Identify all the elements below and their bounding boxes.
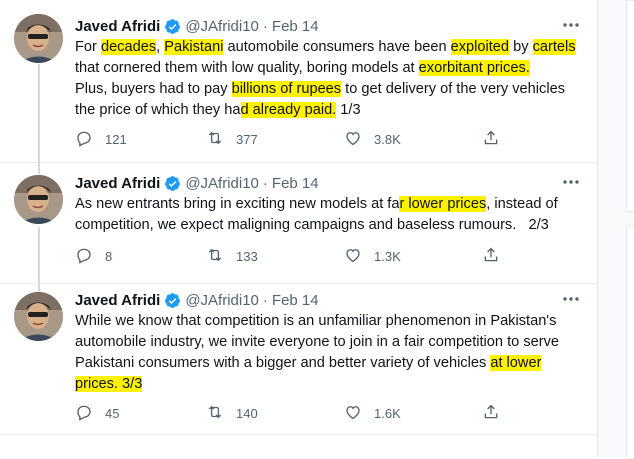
tweet-1[interactable]: Javed Afridi @JAfridi10 · Feb 14 For dec… xyxy=(0,0,597,174)
reply-icon xyxy=(75,246,93,267)
reply-count: 121 xyxy=(105,131,127,147)
more-options-icon[interactable] xyxy=(560,291,582,307)
retweet-button[interactable]: 133 xyxy=(206,246,258,266)
tweet-text-segment: While we know that competition is an unf… xyxy=(75,313,560,371)
share-button[interactable] xyxy=(482,403,500,423)
like-icon xyxy=(344,403,362,424)
highlighted-text: exorbitant prices. xyxy=(418,60,530,76)
tweet-actions: 45 140 1.6K xyxy=(75,403,505,423)
retweet-count: 133 xyxy=(236,248,258,264)
separator-dot: · xyxy=(262,17,268,35)
like-count: 1.3K xyxy=(374,248,401,264)
tweet-text-segment: As new entrants bring in exciting new mo… xyxy=(75,196,400,212)
verified-badge-icon xyxy=(164,175,181,192)
tweet-2[interactable]: Javed Afridi @JAfridi10 · Feb 14 As new … xyxy=(0,163,597,298)
tweet-date[interactable]: Feb 14 xyxy=(272,292,319,309)
like-button[interactable]: 1.3K xyxy=(344,246,401,266)
tweet-header: Javed Afridi @JAfridi10 · Feb 14 xyxy=(75,173,319,193)
highlighted-text: r lower prices xyxy=(399,196,487,212)
highlighted-text: cartels xyxy=(532,39,576,55)
retweet-count: 140 xyxy=(236,405,258,421)
highlighted-text: exploited xyxy=(450,39,510,55)
verified-badge-icon xyxy=(164,292,181,309)
separator-dot: · xyxy=(262,291,268,309)
tweet-actions: 8 133 1.3K xyxy=(75,246,505,266)
like-icon xyxy=(344,129,362,150)
reply-icon xyxy=(75,403,93,424)
retweet-icon xyxy=(206,403,224,424)
highlighted-text: decades xyxy=(100,39,157,55)
tweet-header: Javed Afridi @JAfridi10 · Feb 14 xyxy=(75,290,319,310)
avatar[interactable] xyxy=(14,292,63,341)
highlighted-text: billions of rupees xyxy=(231,81,342,97)
sidebar-card-edge xyxy=(626,225,634,459)
thread-connector-line xyxy=(38,64,40,174)
highlighted-text: d already paid. xyxy=(240,102,337,118)
reply-button[interactable]: 8 xyxy=(75,246,112,266)
tweet-header: Javed Afridi @JAfridi10 · Feb 14 xyxy=(75,16,319,36)
author-name[interactable]: Javed Afridi xyxy=(75,292,160,309)
reply-icon xyxy=(75,129,93,150)
like-count: 3.8K xyxy=(374,131,401,147)
share-icon xyxy=(482,129,500,150)
share-button[interactable] xyxy=(482,129,500,149)
like-count: 1.6K xyxy=(374,405,401,421)
tweet-text: As new entrants bring in exciting new mo… xyxy=(75,194,585,236)
tweet-date[interactable]: Feb 14 xyxy=(272,18,319,35)
tweet-thread: Javed Afridi @JAfridi10 · Feb 14 For dec… xyxy=(0,0,598,457)
highlighted-text: prices. 3/3 xyxy=(75,376,143,392)
more-options-icon[interactable] xyxy=(560,17,582,33)
tweet-text-segment: 1/3 xyxy=(336,102,361,118)
retweet-icon xyxy=(206,129,224,150)
tweet-text-segment: that cornered them with low quality, bor… xyxy=(75,60,415,76)
tweet-text-segment: Plus, buyers had to pay xyxy=(75,81,228,97)
author-name[interactable]: Javed Afridi xyxy=(75,18,160,35)
highlighted-text: at lower xyxy=(490,355,542,371)
author-handle[interactable]: @JAfridi10 xyxy=(185,18,259,35)
author-name[interactable]: Javed Afridi xyxy=(75,175,160,192)
retweet-button[interactable]: 140 xyxy=(206,403,258,423)
tweet-text: While we know that competition is an unf… xyxy=(75,311,585,395)
retweet-icon xyxy=(206,246,224,267)
reply-count: 45 xyxy=(105,405,120,421)
share-icon xyxy=(482,246,500,267)
tweet-actions: 121 377 3.8K xyxy=(75,129,505,149)
verified-badge-icon xyxy=(164,18,181,35)
author-handle[interactable]: @JAfridi10 xyxy=(185,175,259,192)
tweet-text-segment: automobile consumers have been xyxy=(223,39,451,55)
tweet-text-segment: by xyxy=(509,39,533,55)
retweet-button[interactable]: 377 xyxy=(206,129,258,149)
avatar[interactable] xyxy=(14,14,63,63)
like-icon xyxy=(344,246,362,267)
author-handle[interactable]: @JAfridi10 xyxy=(185,292,259,309)
highlighted-text: Pakistani xyxy=(164,39,224,55)
more-options-icon[interactable] xyxy=(560,174,582,190)
reply-button[interactable]: 121 xyxy=(75,129,127,149)
tweet-text-segment: For xyxy=(75,39,101,55)
like-button[interactable]: 1.6K xyxy=(344,403,401,423)
like-button[interactable]: 3.8K xyxy=(344,129,401,149)
retweet-count: 377 xyxy=(236,131,258,147)
share-icon xyxy=(482,403,500,424)
sidebar-card-edge xyxy=(626,0,634,212)
share-button[interactable] xyxy=(482,246,500,266)
reply-count: 8 xyxy=(105,248,113,264)
reply-button[interactable]: 45 xyxy=(75,403,119,423)
tweet-date[interactable]: Feb 14 xyxy=(272,175,319,192)
avatar[interactable] xyxy=(14,175,63,224)
tweet-text: For decades, Pakistani automobile consum… xyxy=(75,37,585,121)
tweet-3[interactable]: Javed Afridi @JAfridi10 · Feb 14 While w… xyxy=(0,284,597,435)
separator-dot: · xyxy=(262,174,268,192)
right-sidebar-edge xyxy=(598,0,634,459)
